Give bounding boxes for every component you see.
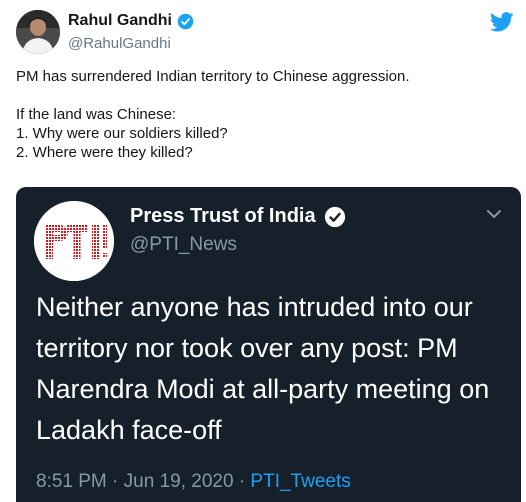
tweet-card: Rahul Gandhi @RahulGandhi PM has surrend… <box>0 0 526 502</box>
verified-badge-icon <box>324 206 345 227</box>
pti-tweet-time: 8:51 PM <box>36 471 107 492</box>
author-name-row: Rahul Gandhi <box>68 12 194 30</box>
embedded-tweet-image[interactable]: Press Trust of India @PTI_News Neither a… <box>16 187 521 502</box>
author-handle[interactable]: @RahulGandhi <box>68 35 171 52</box>
tweet-text-line: PM has surrendered Indian territory to C… <box>16 68 410 85</box>
tweet-text-line: 2. Where were they killed? <box>16 144 193 161</box>
pti-tweet-meta: 8:51 PM · Jun 19, 2020 · PTI_Tweets <box>36 471 351 493</box>
author-avatar[interactable] <box>16 10 60 54</box>
pti-tweet-text: Neither anyone has intruded into our ter… <box>36 292 490 445</box>
pti-handle: @PTI_News <box>130 234 237 255</box>
tweet-body: PM has surrendered Indian territory to C… <box>16 67 512 162</box>
pti-tweet-date: Jun 19, 2020 <box>123 471 234 492</box>
verified-badge-icon <box>177 13 194 29</box>
tweet-text-line: If the land was Chinese: <box>16 106 177 123</box>
pti-display-name: Press Trust of India <box>130 205 316 227</box>
chevron-down-icon <box>487 210 501 218</box>
pti-avatar <box>34 201 114 281</box>
meta-separator: · <box>238 471 246 492</box>
author-display-name[interactable]: Rahul Gandhi <box>68 12 172 30</box>
meta-separator: · <box>112 471 119 492</box>
twitter-bird-icon[interactable] <box>490 12 514 32</box>
pti-name-row: Press Trust of India <box>130 205 346 228</box>
tweet-text-line: 1. Why were our soldiers killed? <box>16 125 228 142</box>
pti-logo-icon <box>34 201 114 281</box>
pti-tweet-source: PTI_Tweets <box>250 471 351 492</box>
